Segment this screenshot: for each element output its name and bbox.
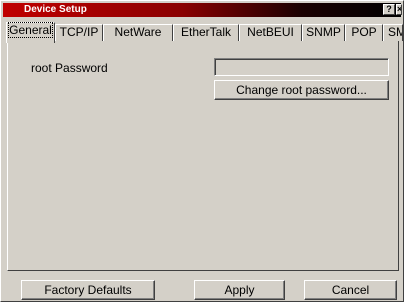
tab-tcpip[interactable]: TCP/IP bbox=[55, 24, 103, 41]
window-title: Device Setup bbox=[24, 4, 87, 15]
tab-snmp[interactable]: SNMP bbox=[302, 24, 345, 41]
cancel-button[interactable]: Cancel bbox=[304, 280, 397, 300]
tab-ethertalk[interactable]: EtherTalk bbox=[173, 24, 239, 41]
tab-netbeui[interactable]: NetBEUI bbox=[239, 24, 302, 41]
tab-smtp[interactable]: SMTP bbox=[383, 24, 403, 41]
change-root-password-button[interactable]: Change root password... bbox=[214, 80, 389, 100]
title-bar[interactable]: Device Setup ? × bbox=[3, 3, 402, 17]
help-button[interactable]: ? bbox=[383, 4, 395, 15]
apply-button[interactable]: Apply bbox=[194, 280, 285, 300]
close-button[interactable]: × bbox=[396, 4, 402, 15]
tab-pop[interactable]: POP bbox=[345, 24, 383, 41]
root-password-label: root Password bbox=[31, 61, 108, 75]
tab-netware[interactable]: NetWare bbox=[103, 24, 173, 41]
tab-general[interactable]: General bbox=[6, 22, 55, 43]
factory-defaults-button[interactable]: Factory Defaults bbox=[21, 280, 155, 300]
device-setup-window: Device Setup ? × General TCP/IP NetWare … bbox=[0, 0, 404, 302]
root-password-field[interactable] bbox=[214, 58, 389, 76]
